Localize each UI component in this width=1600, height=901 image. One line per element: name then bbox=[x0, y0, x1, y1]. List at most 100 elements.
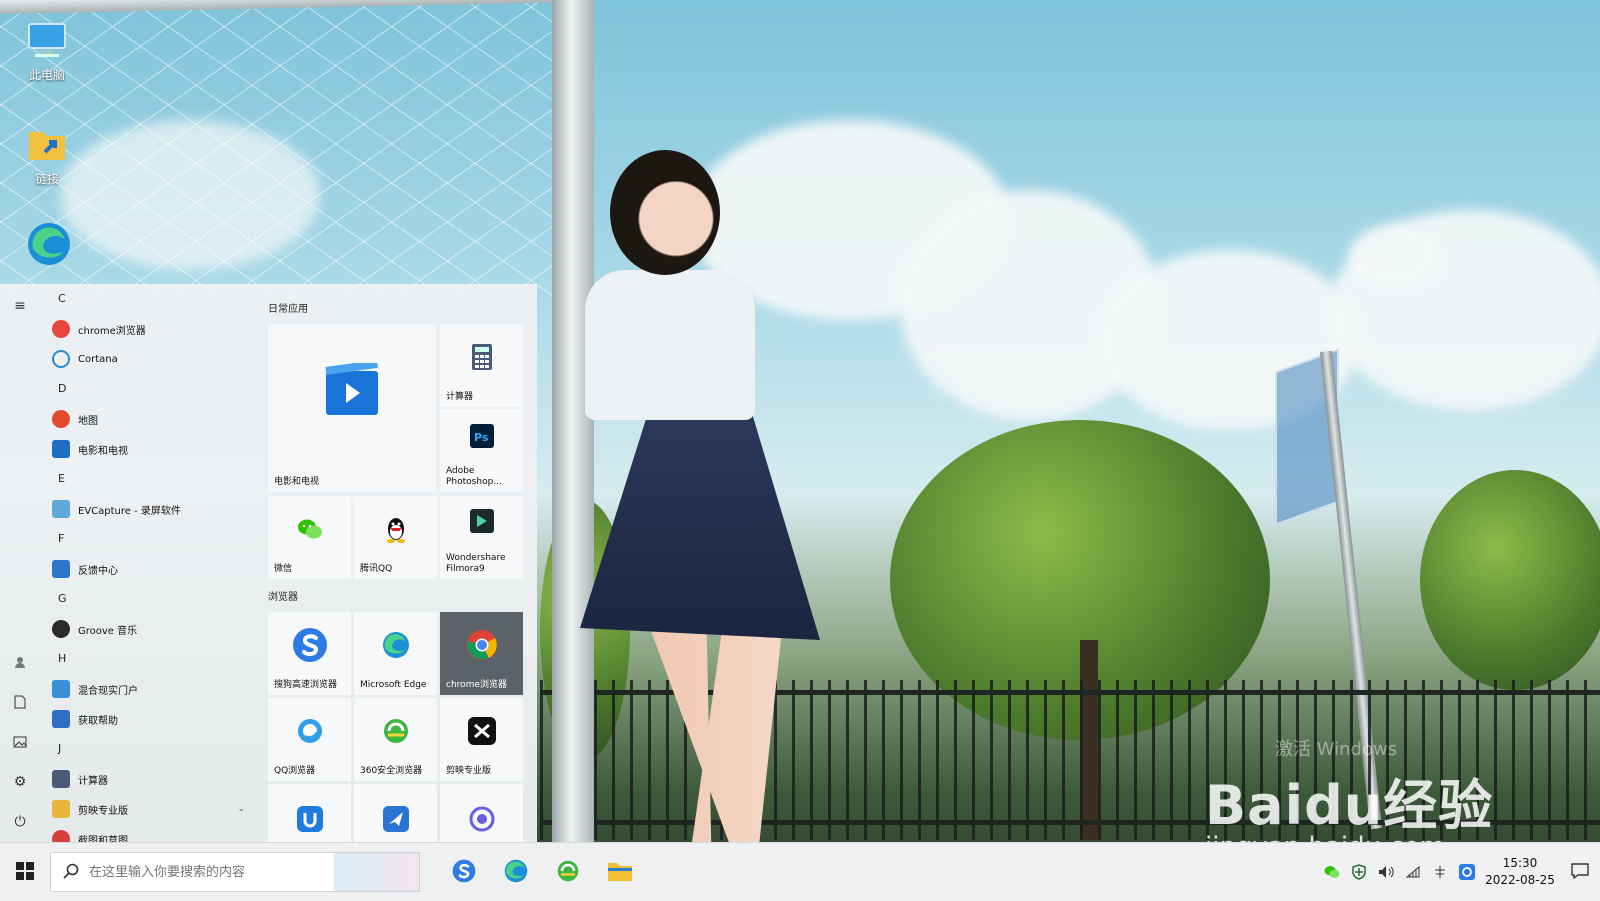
notification-icon bbox=[1571, 862, 1589, 882]
sogou-icon bbox=[292, 627, 328, 663]
app-circle-icon bbox=[469, 806, 495, 832]
desktop-icon-edge[interactable] bbox=[18, 220, 76, 268]
tile-photoshop[interactable]: Ps Adobe Photoshop... bbox=[440, 409, 523, 492]
tile-app-bird[interactable] bbox=[354, 784, 437, 842]
tile-jianying[interactable]: 剪映专业版 bbox=[440, 698, 523, 781]
tile-wechat[interactable]: 微信 bbox=[268, 496, 351, 579]
tile-filmora[interactable]: Wondershare Filmora9 bbox=[440, 496, 523, 579]
folder-icon bbox=[52, 800, 70, 818]
app-list-item-label: 地图 bbox=[78, 415, 98, 427]
app-list-item[interactable]: 电影和电视 bbox=[40, 434, 255, 464]
tile-chrome[interactable]: chrome浏览器 bbox=[440, 612, 523, 695]
search-input[interactable] bbox=[87, 863, 331, 881]
app-list-item-label: chrome浏览器 bbox=[78, 325, 146, 337]
system-tray: 15:30 2022-08-25 bbox=[1318, 843, 1600, 901]
svg-text:Ps: Ps bbox=[474, 431, 489, 444]
desktop-icon-label: 链接 bbox=[34, 172, 59, 186]
app-list-item[interactable]: 混合现实门户 bbox=[40, 674, 255, 704]
tile-edge[interactable]: Microsoft Edge bbox=[354, 612, 437, 695]
clock-time: 15:30 bbox=[1502, 856, 1538, 870]
hamburger-menu-icon[interactable]: ≡ bbox=[10, 296, 30, 316]
app-list-item-label: 计算器 bbox=[78, 775, 108, 787]
tile-app-u[interactable] bbox=[268, 784, 351, 842]
app-list-letter-header[interactable]: F bbox=[40, 524, 255, 554]
tile-group-title: 日常应用 bbox=[268, 304, 308, 315]
user-avatar-icon[interactable] bbox=[10, 652, 30, 672]
map-pin-icon bbox=[52, 410, 70, 428]
snip-icon bbox=[52, 830, 70, 842]
tile-app-circle[interactable] bbox=[440, 784, 523, 842]
taskbar-app-sogou[interactable] bbox=[438, 843, 490, 901]
folder-shortcut-icon bbox=[25, 122, 69, 166]
qq-browser-tray-icon[interactable] bbox=[1453, 864, 1480, 880]
app-list-letter-header[interactable]: E bbox=[40, 464, 255, 494]
tile-sogou-browser[interactable]: 搜狗高速浏览器 bbox=[268, 612, 351, 695]
tile-movies-tv[interactable]: 电影和电视 bbox=[268, 324, 436, 492]
tile-qq[interactable]: 腾讯QQ bbox=[354, 496, 437, 579]
volume-icon[interactable] bbox=[1372, 865, 1399, 879]
desktop-icon-label: 此电脑 bbox=[28, 68, 65, 82]
wechat-tray-icon[interactable] bbox=[1318, 865, 1345, 879]
notification-center-button[interactable] bbox=[1560, 862, 1600, 882]
tile-calculator[interactable]: 计算器 bbox=[440, 324, 523, 407]
app-list-letter-header[interactable]: J bbox=[40, 734, 255, 764]
app-list-item[interactable]: chrome浏览器 bbox=[40, 314, 255, 344]
settings-gear-icon[interactable]: ⚙ bbox=[10, 772, 30, 792]
tile-qq-browser[interactable]: QQ浏览器 bbox=[268, 698, 351, 781]
file-explorer-icon bbox=[607, 860, 633, 885]
input-method-icon[interactable] bbox=[1426, 865, 1453, 879]
taskbar-app-edge[interactable] bbox=[490, 843, 542, 901]
watermark-logo: Baidu经验 bbox=[1205, 774, 1494, 837]
tile-360-browser[interactable]: 360安全浏览器 bbox=[354, 698, 437, 781]
edge-icon bbox=[25, 220, 70, 265]
pictures-icon[interactable] bbox=[10, 732, 30, 752]
app-list-item[interactable]: Cortana bbox=[40, 344, 255, 374]
movies-icon bbox=[322, 363, 382, 419]
app-list-item-label: Groove 音乐 bbox=[78, 625, 138, 637]
app-list-item[interactable]: Groove 音乐 bbox=[40, 614, 255, 644]
taskbar-app-file-explorer[interactable] bbox=[594, 843, 646, 901]
app-bird-icon bbox=[382, 805, 409, 832]
tile-area: 日常应用 电影和电视 计算器 Ps Adobe Photoshop... 微信 bbox=[268, 284, 533, 842]
app-list-item[interactable]: EVCapture - 录屏软件 bbox=[40, 494, 255, 524]
chevron-down-icon[interactable]: ⌄ bbox=[237, 804, 245, 814]
app-list: Cchrome浏览器 Cortana D 地图电影和电视 E EVCapture - 录屏… bbox=[40, 284, 255, 842]
feedback-icon bbox=[52, 560, 70, 578]
taskbar-search[interactable] bbox=[50, 852, 420, 892]
desktop-icon-links[interactable]: 链接 bbox=[18, 122, 76, 187]
clock-date: 2022-08-25 bbox=[1485, 873, 1555, 887]
start-button[interactable] bbox=[0, 843, 50, 901]
app-list-letter-header[interactable]: G bbox=[40, 584, 255, 614]
app-list-letter-header[interactable]: C bbox=[40, 284, 255, 314]
system-clock[interactable]: 15:30 2022-08-25 bbox=[1480, 855, 1560, 889]
start-menu: ≡ ⚙ ⏻ Cchrome浏览器 Cortana D 地图 电影和电视 E EVCaptur… bbox=[0, 284, 537, 842]
app-list-item[interactable]: 计算器 bbox=[40, 764, 255, 794]
qq-icon bbox=[385, 515, 407, 544]
windows-logo-icon bbox=[16, 861, 34, 883]
taskbar-app-360[interactable] bbox=[542, 843, 594, 901]
network-icon[interactable] bbox=[1399, 865, 1426, 879]
app-list-item[interactable]: 获取帮助 bbox=[40, 704, 255, 734]
jianying-icon bbox=[467, 717, 496, 746]
app-list-letter-header[interactable]: D bbox=[40, 374, 255, 404]
evcapture-icon bbox=[52, 500, 70, 518]
documents-icon[interactable] bbox=[10, 692, 30, 712]
app-list-item-label: 电影和电视 bbox=[78, 445, 128, 457]
app-list-item-label: 混合现实门户 bbox=[78, 685, 138, 697]
security-shield-icon[interactable] bbox=[1345, 864, 1372, 880]
power-icon[interactable]: ⏻ bbox=[10, 812, 30, 832]
app-list-item[interactable]: 反馈中心 bbox=[40, 554, 255, 584]
calculator-icon bbox=[471, 343, 493, 371]
app-list-item[interactable]: 地图 bbox=[40, 404, 255, 434]
app-list-item[interactable]: 剪映专业版 ⌄ bbox=[40, 794, 255, 824]
app-list-item[interactable]: 截图和草图 bbox=[40, 824, 255, 842]
edge-icon bbox=[503, 858, 529, 887]
activate-windows-overlay: 激活 Windows bbox=[1275, 739, 1398, 760]
filmora-icon bbox=[469, 508, 494, 533]
app-list-letter-header[interactable]: H bbox=[40, 644, 255, 674]
app-list-item-label: EVCapture - 录屏软件 bbox=[78, 505, 181, 517]
sogou-icon bbox=[452, 859, 476, 886]
app-list-item-label: Cortana bbox=[78, 353, 118, 365]
desktop-icon-this-pc[interactable]: 此电脑 bbox=[18, 18, 76, 83]
wechat-icon bbox=[297, 518, 323, 540]
